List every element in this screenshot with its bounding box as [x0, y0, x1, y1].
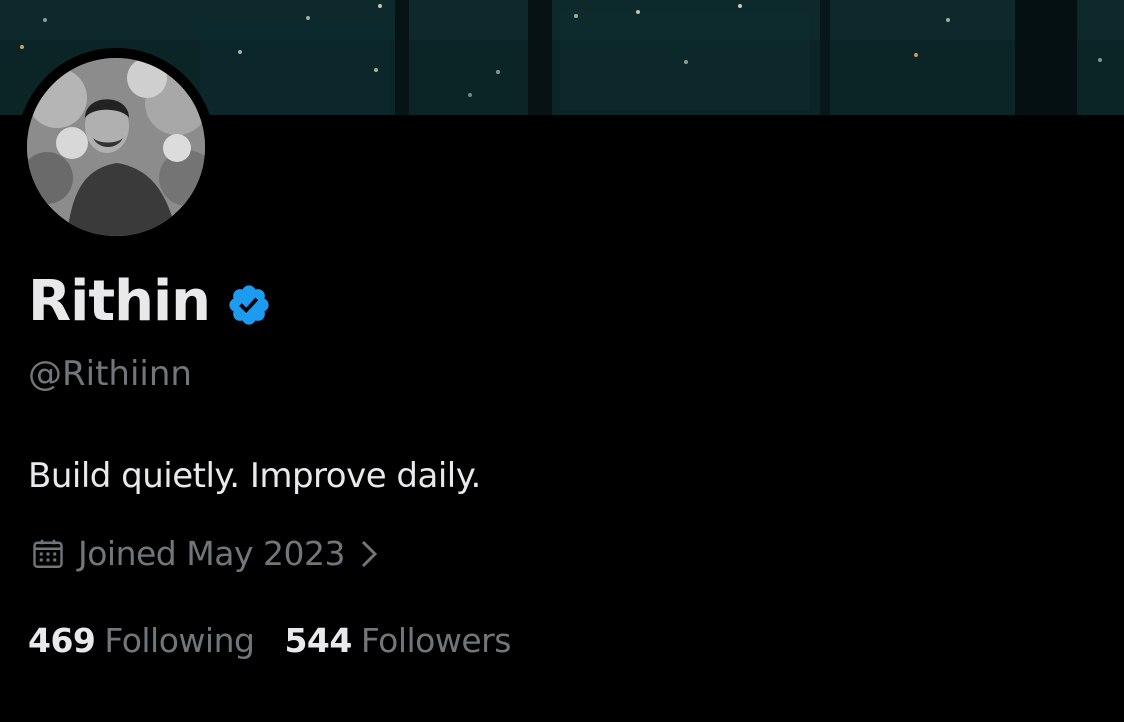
- joined-date-text: Joined May 2023: [78, 534, 345, 573]
- following-link[interactable]: 469 Following: [28, 618, 255, 664]
- followers-count: 544: [284, 621, 352, 660]
- chevron-right-icon[interactable]: [357, 539, 381, 569]
- avatar-photo: [27, 58, 205, 236]
- followers-link[interactable]: 544 Followers: [284, 618, 512, 664]
- profile-page: Rithin @Rithiinn Build quietly. Improve …: [0, 0, 1124, 722]
- name-row: Rithin: [28, 268, 272, 336]
- following-label: Following: [104, 621, 255, 660]
- calendar-icon: [33, 539, 63, 568]
- verified-badge-icon[interactable]: [226, 282, 272, 328]
- followers-label: Followers: [360, 621, 512, 660]
- follow-stats: 469 Following 544 Followers: [28, 618, 541, 664]
- username-handle: @Rithiinn: [28, 354, 192, 394]
- display-name: Rithin: [28, 269, 211, 334]
- profile-bio: Build quietly. Improve daily.: [28, 456, 481, 496]
- following-count: 469: [28, 621, 96, 660]
- avatar[interactable]: [27, 58, 205, 236]
- joined-date-row[interactable]: Joined May 2023: [30, 532, 381, 576]
